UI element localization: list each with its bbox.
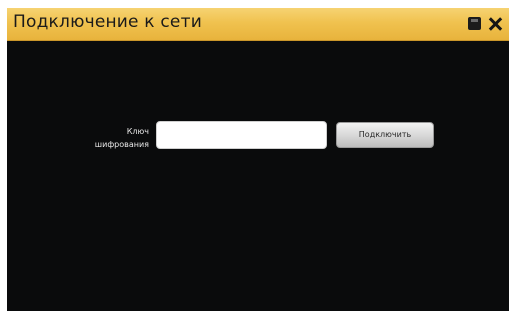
encryption-key-label-line1: Ключ	[126, 127, 149, 136]
save-icon[interactable]	[468, 17, 482, 31]
close-icon[interactable]	[488, 17, 503, 31]
network-connection-dialog: Подключение к сети Ключ шифрования Подкл…	[7, 8, 509, 311]
encryption-key-label: Ключ шифрования	[67, 125, 149, 151]
title-bar: Подключение к сети	[7, 8, 509, 41]
connect-button[interactable]: Подключить	[336, 122, 434, 148]
window-title: Подключение к сети	[13, 12, 202, 32]
encryption-key-input[interactable]	[156, 121, 327, 149]
encryption-key-label-line2: шифрования	[94, 140, 149, 149]
